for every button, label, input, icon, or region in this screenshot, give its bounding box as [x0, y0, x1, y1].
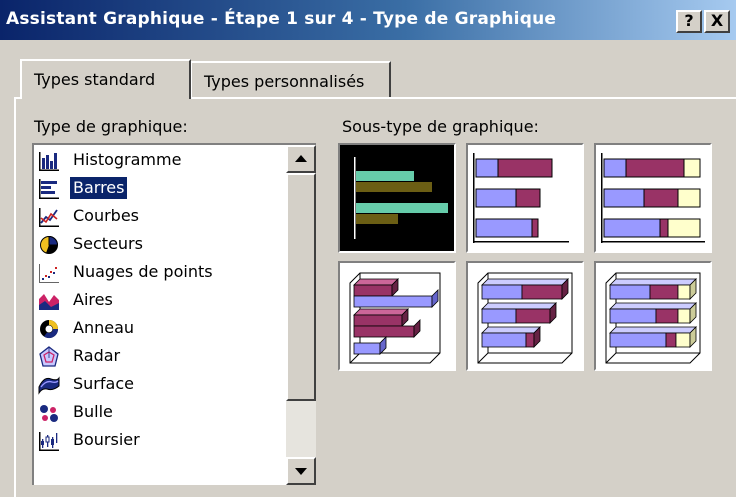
list-item-label: Secteurs — [73, 234, 143, 253]
100-percent-stacked-bar-subtype[interactable] — [594, 143, 712, 253]
arrow-up-icon — [295, 155, 307, 162]
list-item-label: Aires — [73, 290, 113, 309]
list-item-label: Courbes — [73, 206, 140, 225]
3d-100-percent-stacked-bar-preview — [605, 272, 701, 364]
stock-chart-icon — [39, 432, 59, 451]
list-item-label: Nuages de points — [73, 262, 213, 281]
list-item-label: Histogramme — [73, 150, 182, 169]
scroll-up-button[interactable] — [286, 145, 316, 173]
line-chart-icon — [39, 208, 59, 227]
3d-stacked-bar-preview — [477, 272, 573, 364]
arrow-down-icon — [295, 468, 307, 475]
scroll-thumb[interactable] — [286, 173, 316, 401]
scroll-down-button[interactable] — [286, 457, 316, 485]
chart-type-list[interactable]: Histogramme Barres Courbes Secteurs Nuag… — [32, 143, 316, 485]
list-item-label: Boursier — [73, 430, 140, 449]
stacked-bar-preview — [473, 153, 569, 243]
list-item-histogramme[interactable]: Histogramme — [36, 147, 282, 175]
tab-types-personnalises-label: Types personnalisés — [204, 72, 365, 91]
pie-chart-icon — [40, 235, 59, 254]
column-chart-icon — [39, 152, 59, 171]
scatter-chart-icon — [39, 264, 59, 283]
list-scrollbar[interactable] — [286, 145, 316, 485]
close-button[interactable]: X — [704, 10, 730, 33]
title-bar[interactable]: Assistant Graphique - Étape 1 sur 4 - Ty… — [0, 0, 736, 40]
list-item-barres[interactable]: Barres — [36, 175, 282, 203]
list-item-secteurs[interactable]: Secteurs — [36, 231, 282, 259]
area-chart-icon — [39, 294, 59, 310]
list-item-radar[interactable]: Radar — [36, 343, 282, 371]
list-item-label: Barres — [70, 177, 128, 199]
list-item-anneau[interactable]: Anneau — [36, 315, 282, 343]
3d-clustered-bar-preview — [349, 272, 441, 364]
radar-chart-icon — [39, 346, 59, 367]
list-item-nuages-de-points[interactable]: Nuages de points — [36, 259, 282, 287]
list-item-aires[interactable]: Aires — [36, 287, 282, 315]
window-title: Assistant Graphique - Étape 1 sur 4 - Ty… — [6, 9, 557, 29]
list-item-surface[interactable]: Surface — [36, 371, 282, 399]
3d-clustered-bar-subtype[interactable] — [338, 261, 456, 371]
chart-type-label: Type de graphique: — [34, 117, 188, 136]
list-item-label: Bulle — [73, 402, 113, 421]
list-item-label: Radar — [73, 346, 121, 365]
clustered-bar-preview — [354, 157, 448, 239]
subtype-grid — [338, 143, 712, 371]
3d-100-percent-stacked-bar-subtype[interactable] — [594, 261, 712, 371]
list-item-bulle[interactable]: Bulle — [36, 399, 282, 427]
100-percent-stacked-bar-preview — [601, 153, 705, 243]
stacked-bar-subtype[interactable] — [466, 143, 584, 253]
bar-chart-icon — [39, 179, 59, 199]
clustered-bar-subtype[interactable] — [338, 143, 456, 253]
list-item-label: Surface — [73, 374, 134, 393]
3d-stacked-bar-subtype[interactable] — [466, 261, 584, 371]
list-item-label: Anneau — [73, 318, 135, 337]
subtype-label: Sous-type de graphique: — [342, 117, 539, 136]
tab-types-personnalises[interactable]: Types personnalisés — [190, 61, 391, 97]
list-item-boursier[interactable]: Boursier — [36, 427, 282, 455]
doughnut-chart-icon — [40, 320, 59, 339]
surface-chart-icon — [38, 376, 60, 395]
tab-types-standard[interactable]: Types standard — [20, 59, 191, 99]
list-item-courbes[interactable]: Courbes — [36, 203, 282, 231]
bubble-chart-icon — [40, 405, 58, 422]
help-button[interactable]: ? — [676, 10, 702, 33]
tab-types-standard-label: Types standard — [34, 70, 156, 89]
